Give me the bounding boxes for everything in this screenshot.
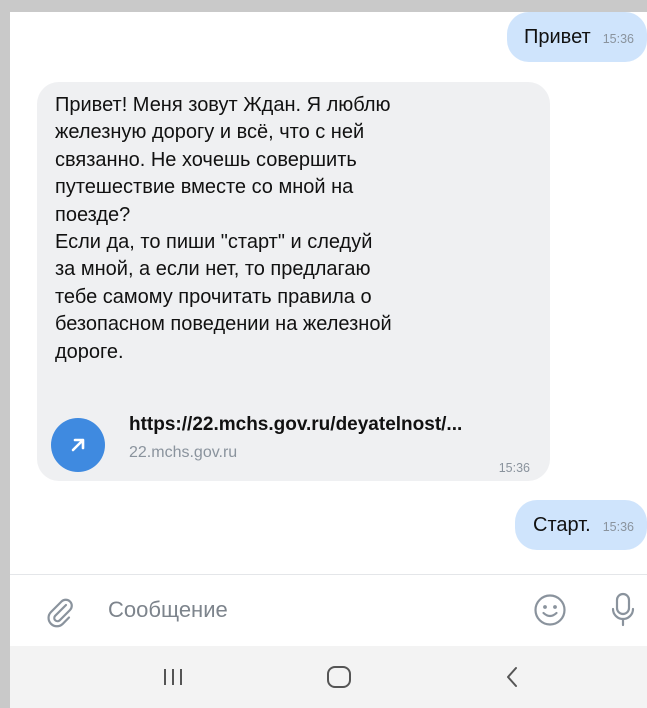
chat-screen: Привет 15:36 Привет! Меня зовут Ждан. Я … xyxy=(10,12,647,708)
message-time: 15:36 xyxy=(602,32,634,46)
link-domain: 22.mchs.gov.ru xyxy=(129,444,238,461)
back-icon[interactable] xyxy=(504,664,520,690)
paperclip-icon[interactable] xyxy=(44,596,76,628)
message-time: 15:36 xyxy=(498,461,530,475)
system-navigation-bar xyxy=(10,646,647,708)
recent-apps-icon[interactable] xyxy=(162,667,184,687)
incoming-message[interactable]: Привет! Меня зовут Ждан. Я люблю железну… xyxy=(37,82,550,481)
message-text: Привет! Меня зовут Ждан. Я люблю железну… xyxy=(55,94,392,363)
arrow-up-right-icon xyxy=(51,418,105,472)
microphone-icon[interactable] xyxy=(610,592,636,628)
message-text: Привет xyxy=(524,26,591,48)
outgoing-message[interactable]: Старт. 15:36 xyxy=(515,500,647,550)
message-composer: Сообщение xyxy=(10,574,647,644)
message-time: 15:36 xyxy=(602,520,634,534)
message-input[interactable]: Сообщение xyxy=(108,597,228,623)
link-preview[interactable]: https://22.mchs.gov.ru/deyatelnost/... 2… xyxy=(51,414,541,474)
outgoing-message[interactable]: Привет 15:36 xyxy=(507,12,647,62)
emoji-icon[interactable] xyxy=(533,593,567,627)
message-list[interactable]: Привет 15:36 Привет! Меня зовут Ждан. Я … xyxy=(10,12,647,572)
message-text: Старт. xyxy=(533,514,591,536)
link-url[interactable]: https://22.mchs.gov.ru/deyatelnost/... xyxy=(129,414,462,436)
home-icon[interactable] xyxy=(326,665,352,689)
